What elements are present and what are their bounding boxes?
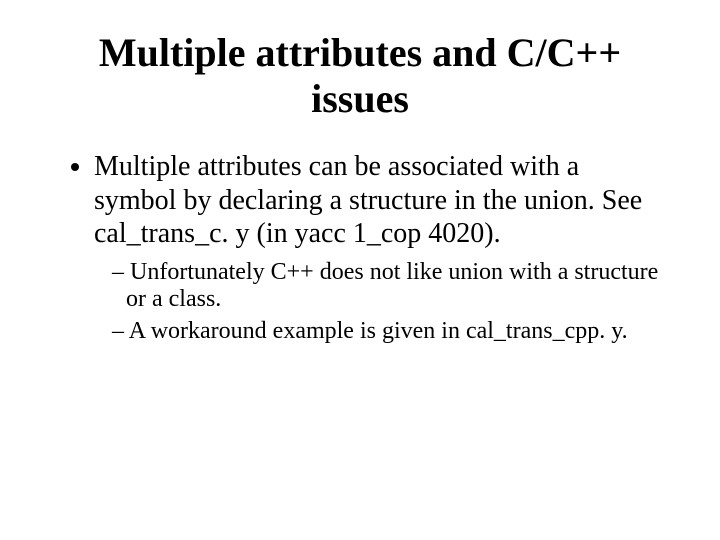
sub-bullet-1-text: Unfortunately C++ does not like union wi… [126, 259, 658, 313]
slide: Multiple attributes and C/C++ issues Mul… [0, 0, 720, 540]
slide-title: Multiple attributes and C/C++ issues [60, 30, 660, 122]
sub-bullet-2-text: A workaround example is given in cal_tra… [129, 318, 628, 344]
bullet-item-1-text: Multiple attributes can be associated wi… [94, 151, 642, 249]
sub-bullet-list: Unfortunately C++ does not like union wi… [94, 259, 660, 346]
sub-bullet-2: A workaround example is given in cal_tra… [112, 318, 660, 346]
bullet-item-1: Multiple attributes can be associated wi… [94, 150, 660, 346]
sub-bullet-1: Unfortunately C++ does not like union wi… [112, 259, 660, 314]
bullet-list: Multiple attributes can be associated wi… [60, 150, 660, 346]
